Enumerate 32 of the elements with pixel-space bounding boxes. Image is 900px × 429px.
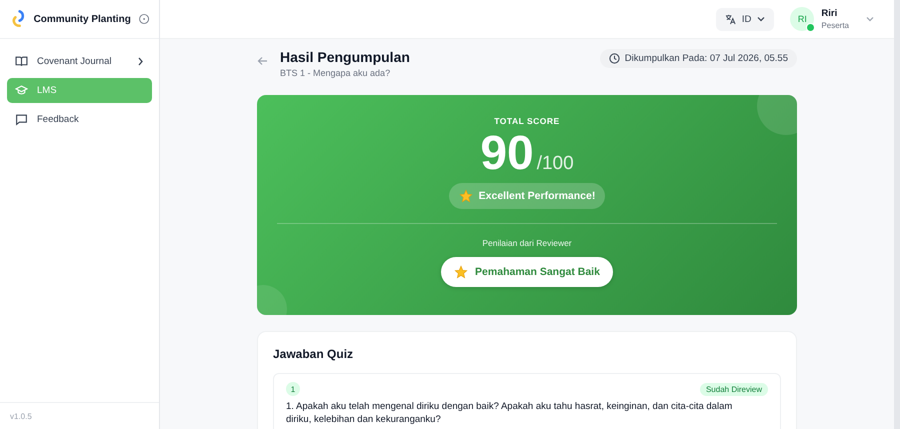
page-subtitle: BTS 1 - Mengapa aku ada? [280,68,392,78]
star-icon [458,188,473,203]
score-label: TOTAL SCORE [494,116,560,126]
translate-icon [724,14,736,24]
back-arrow-icon[interactable] [257,56,268,66]
performance-badge: Excellent Performance! [448,182,606,209]
language-selector[interactable]: ID [716,8,774,30]
chevron-down-icon[interactable] [866,16,874,22]
page-title: Hasil Pengumpulan [280,49,411,65]
chevron-down-icon [757,16,766,22]
chat-icon [15,113,28,126]
review-status-badge: Sudah Direview [700,382,768,396]
score-value: 90 [480,128,534,181]
reviewer-rating-badge: Pemahaman Sangat Baik [441,256,613,287]
reviewer-label: Penilaian dari Reviewer [482,238,572,248]
section-title: Jawaban Quiz [273,347,354,361]
version-label: v1.0.5 [10,412,32,420]
logo-icon [12,9,26,29]
app-name: Community Planting [34,14,131,24]
question-text: 1. Apakah aku telah mengenal diriku dengan baik? Apakah aku tahu hasrat, keinginan, dan cita-cita dalam diriku, kelebihan dan kekuranganku? [286,401,734,427]
clock-icon [608,53,620,64]
question-number: 1 [286,382,300,396]
graduation-cap-icon [15,84,28,97]
sidebar-item[interactable]: Covenant Journal [7,49,152,74]
user-role: Peserta [821,21,849,30]
sidebar-item[interactable]: Feedback [7,107,152,132]
user-name: Riri [821,8,838,19]
score-max: /100 [536,153,574,175]
star-icon [454,264,468,279]
info-circle-icon[interactable] [138,13,149,25]
book-icon [15,55,28,68]
submitted-date-chip: Dikumpulkan Pada: 07 Jul 2026, 05.55 [600,49,797,68]
